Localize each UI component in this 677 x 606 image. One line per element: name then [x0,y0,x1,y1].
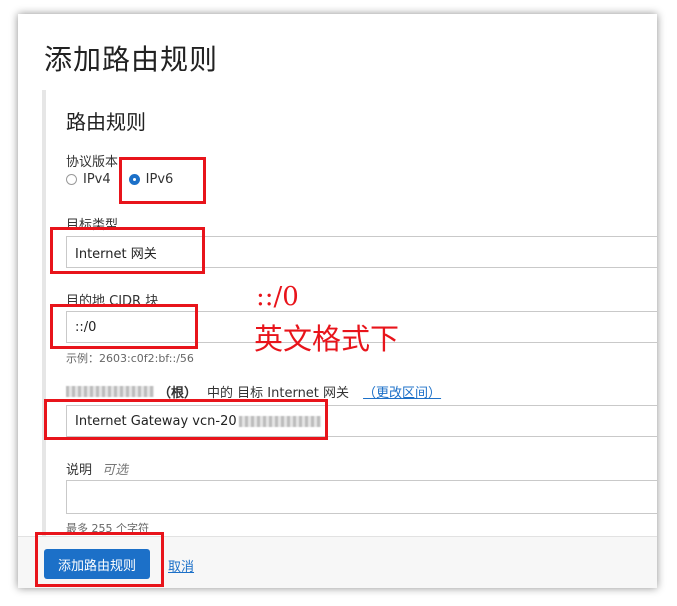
description-label-text: 说明 [66,463,93,478]
destination-cidr-value: ::/0 [75,319,97,335]
annotation-format-text: 英文格式下 [254,322,400,356]
annotation-cidr-text: ::/0 [256,282,299,312]
radio-ipv4-circle [66,174,77,185]
target-type-value: Internet 网关 [75,246,157,262]
gateway-id-redacted [238,415,321,427]
section-rail [42,90,46,540]
dialog-footer: 添加路由规则 取消 [18,536,657,588]
page-title: 添加路由规则 [44,43,219,76]
radio-ipv4-label: IPv4 [83,172,111,187]
description-label: 说明 可选 [66,459,128,478]
radio-ipv6-circle [128,174,140,185]
description-optional-tag: 可选 [102,463,129,478]
destination-cidr-label: 目的地 CIDR 块 [66,294,159,309]
description-input[interactable] [66,480,657,514]
protocol-label: 协议版本 [66,155,119,170]
destination-cidr-example: 示例：2603:c0f2:bf::/56 [66,352,194,365]
radio-ipv6[interactable]: IPv6 [128,172,174,187]
description-hint: 最多 255 个字符 [66,522,149,535]
protocol-radio-group: IPv4 IPv6 [66,172,191,187]
target-type-label: 目标类型 [66,218,119,233]
target-gateway-label-text: 中的 目标 Internet 网关 [207,386,350,401]
add-route-rule-button[interactable]: 添加路由规则 [44,549,150,579]
target-gateway-label: （根） 中的 目标 Internet 网关 （更改区间） [66,382,441,401]
target-gateway-value: Internet Gateway vcn-20 [75,413,237,429]
compartment-name-redacted [66,386,154,397]
dialog-panel: 添加路由规则 路由规则 协议版本 IPv4 IPv6 目标类型 Internet… [18,14,657,588]
section-title: 路由规则 [66,110,146,134]
cancel-link[interactable]: 取消 [168,556,194,575]
change-compartment-link[interactable]: （更改区间） [363,382,441,401]
radio-ipv6-label: IPv6 [145,172,174,187]
target-gateway-select[interactable]: Internet Gateway vcn-20 [66,405,657,437]
target-type-select[interactable]: Internet 网关 [66,236,657,268]
radio-ipv4[interactable]: IPv4 [66,172,111,187]
compartment-root-label: （根） [158,386,198,401]
